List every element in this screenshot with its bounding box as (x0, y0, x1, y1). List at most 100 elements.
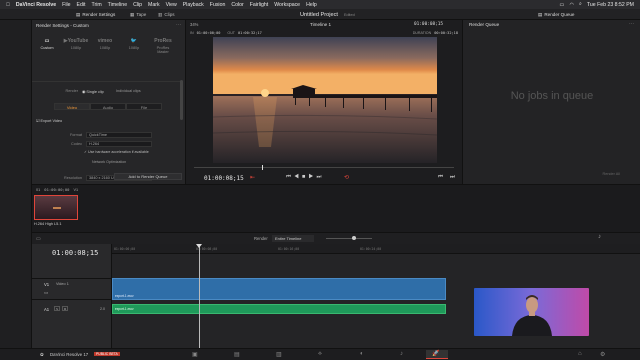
vimeo-logo: vimeo (97, 38, 113, 44)
edit-page-icon[interactable]: ▥ (276, 351, 282, 358)
preset-label: Custom (40, 46, 54, 50)
menu-workspace[interactable]: Workspace (274, 2, 300, 8)
audio-clip[interactable]: export-1.mov (112, 304, 446, 314)
settings-icon[interactable]: ⚙ (600, 351, 605, 358)
deliver-page-tab[interactable]: 🚀 (426, 350, 448, 359)
playhead-handle[interactable] (196, 244, 202, 248)
apple-icon[interactable]:  (6, 2, 10, 8)
track-visibility-icon[interactable]: ▭ (44, 290, 48, 296)
tab-file[interactable]: File (126, 103, 162, 110)
more-options-icon[interactable]: ··· (176, 22, 181, 28)
step-back-icon[interactable]: ◀ (294, 174, 302, 180)
timeline-playhead[interactable] (199, 244, 200, 348)
media-page-icon[interactable]: ▣ (192, 351, 198, 358)
tab-audio[interactable]: Audio (90, 103, 126, 110)
individual-clips-label: Individual clips (116, 89, 141, 93)
loop-icon[interactable]: ⟲ (344, 174, 349, 181)
network-optimization-checkbox[interactable]: Network Optimization (92, 160, 126, 164)
export-video-label: Export Video (40, 119, 63, 123)
clip-number: 01 (36, 188, 41, 192)
track-header-v1: V1 Video 1 ▭ (32, 278, 112, 300)
render-queue-title: Render Queue (469, 22, 500, 27)
export-video-checkbox[interactable]: ☑ Export Video (36, 118, 62, 123)
prev-clip-icon[interactable]: ⏮ (438, 174, 443, 181)
render-queue-toggle[interactable]: ▤ Render Queue (538, 9, 574, 20)
cut-page-icon[interactable]: ▤ (234, 351, 240, 358)
scrubber-playhead[interactable] (262, 165, 263, 170)
beta-badge: PUBLIC BETA (94, 352, 120, 356)
render-settings-toggle[interactable]: ▤ Render Settings (76, 9, 115, 20)
fusion-page-icon[interactable]: ⟡ (318, 351, 322, 358)
clip-codec: H.264 High L5.1 (34, 222, 62, 226)
sunset-pier-image (213, 37, 437, 163)
twitter-icon: 🐦 (130, 38, 138, 44)
render-range-select[interactable]: Entire Timeline (272, 235, 314, 242)
individual-clips-radio[interactable]: Individual clips (116, 89, 141, 93)
render-all-button[interactable]: Render All (602, 172, 620, 176)
menu-mark[interactable]: Mark (148, 2, 160, 8)
zoom-slider-handle[interactable] (352, 236, 356, 240)
menu-edit[interactable]: Edit (77, 2, 86, 8)
tape-toggle[interactable]: ▦ Tape (130, 9, 146, 20)
add-to-render-queue-button[interactable]: Add to Render Queue (114, 173, 182, 180)
timeline-ruler[interactable]: 01:00:00;00 01:00:08;00 01:00:16;00 01:0… (112, 244, 640, 254)
menu-help[interactable]: Help (306, 2, 317, 8)
menu-file[interactable]: File (62, 2, 70, 8)
timeline-name[interactable]: Timeline 1 (310, 22, 331, 27)
tab-video[interactable]: Video (54, 103, 90, 110)
deliver-page-icon: 🚀 (432, 351, 440, 357)
menu-playback[interactable]: Playback (183, 2, 204, 8)
solo-button[interactable]: S (54, 306, 60, 311)
settings-scrollbar[interactable] (180, 80, 183, 120)
timeline-options-icon[interactable]: ▭ (36, 236, 41, 242)
menu-fusion[interactable]: Fusion (210, 2, 226, 8)
wifi-icon[interactable]: ◠ (569, 2, 574, 8)
format-select[interactable]: QuickTime (86, 132, 152, 138)
menu-clock: Tue Feb 23 8:52 PM (586, 1, 634, 8)
loop-in-icon[interactable]: ⇤ (250, 174, 255, 181)
zoom-level[interactable]: 34% (190, 22, 198, 27)
fairlight-page-icon[interactable]: ♪ (400, 351, 403, 357)
go-to-start-icon[interactable]: ⏮ (286, 174, 294, 180)
in-out-bar: IN 01:00:00;00 OUT 01:00:32;17 (190, 31, 262, 35)
search-icon[interactable]: ⌕ (579, 1, 582, 8)
timeline-zoom-slider[interactable] (326, 238, 372, 239)
clip-thumbnail[interactable] (34, 195, 78, 220)
hw-accel-checkbox[interactable]: ✓ Use hardware acceleration if available (84, 150, 149, 154)
preset-custom[interactable]: ▭ Custom (36, 36, 58, 54)
clip-header: 01 01:00:00;00 V1 (36, 187, 78, 192)
duration-label: DURATION (412, 31, 432, 35)
home-icon[interactable]: ⌂ (578, 351, 582, 357)
codec-select[interactable]: H.264 (86, 141, 152, 147)
video-clip[interactable]: export-1.mov (112, 278, 446, 300)
checkbox-checked-icon: ☑ (36, 119, 40, 123)
next-clip-icon[interactable]: ⏭ (450, 174, 455, 181)
radio-selected-icon: ◉ (82, 90, 86, 94)
menu-trim[interactable]: Trim (91, 2, 101, 8)
go-to-end-icon[interactable]: ⏭ (316, 174, 324, 180)
menu-color[interactable]: Color (231, 2, 243, 8)
mute-button[interactable]: M (62, 306, 68, 311)
clips-label: Clips (164, 12, 175, 17)
single-clip-radio[interactable]: ◉ Single clip (82, 89, 104, 94)
color-page-icon[interactable]: ◐ (360, 351, 364, 357)
menu-timeline[interactable]: Timeline (108, 2, 127, 8)
app-version: DaVinci Resolve 17 (50, 352, 89, 357)
render-mode-label: Render (65, 89, 78, 93)
preset-row: ▭ Custom ▶YouTube 1080p vimeo 1080p 🐦 10… (36, 36, 174, 54)
menu-fairlight[interactable]: Fairlight (250, 2, 268, 8)
preset-prores[interactable]: ProRes ProRes Master (152, 36, 174, 54)
battery-icon[interactable]: ▭ (560, 2, 565, 8)
more-options-icon[interactable]: ··· (629, 21, 634, 27)
audio-meter-icon[interactable]: ♪ (598, 234, 601, 240)
menu-view[interactable]: View (166, 2, 177, 8)
render-queue-icon: ▤ (538, 11, 543, 17)
menu-app-name[interactable]: DaVinci Resolve (16, 2, 56, 8)
viewer-scrubber[interactable] (194, 167, 454, 168)
preset-twitter[interactable]: 🐦 1080p (123, 36, 145, 54)
viewer-video-frame (213, 37, 437, 163)
preset-vimeo[interactable]: vimeo 1080p (94, 36, 116, 54)
menu-clip[interactable]: Clip (133, 2, 142, 8)
clips-toggle[interactable]: ▥ Clips (158, 9, 175, 20)
preset-youtube[interactable]: ▶YouTube 1080p (64, 36, 89, 54)
